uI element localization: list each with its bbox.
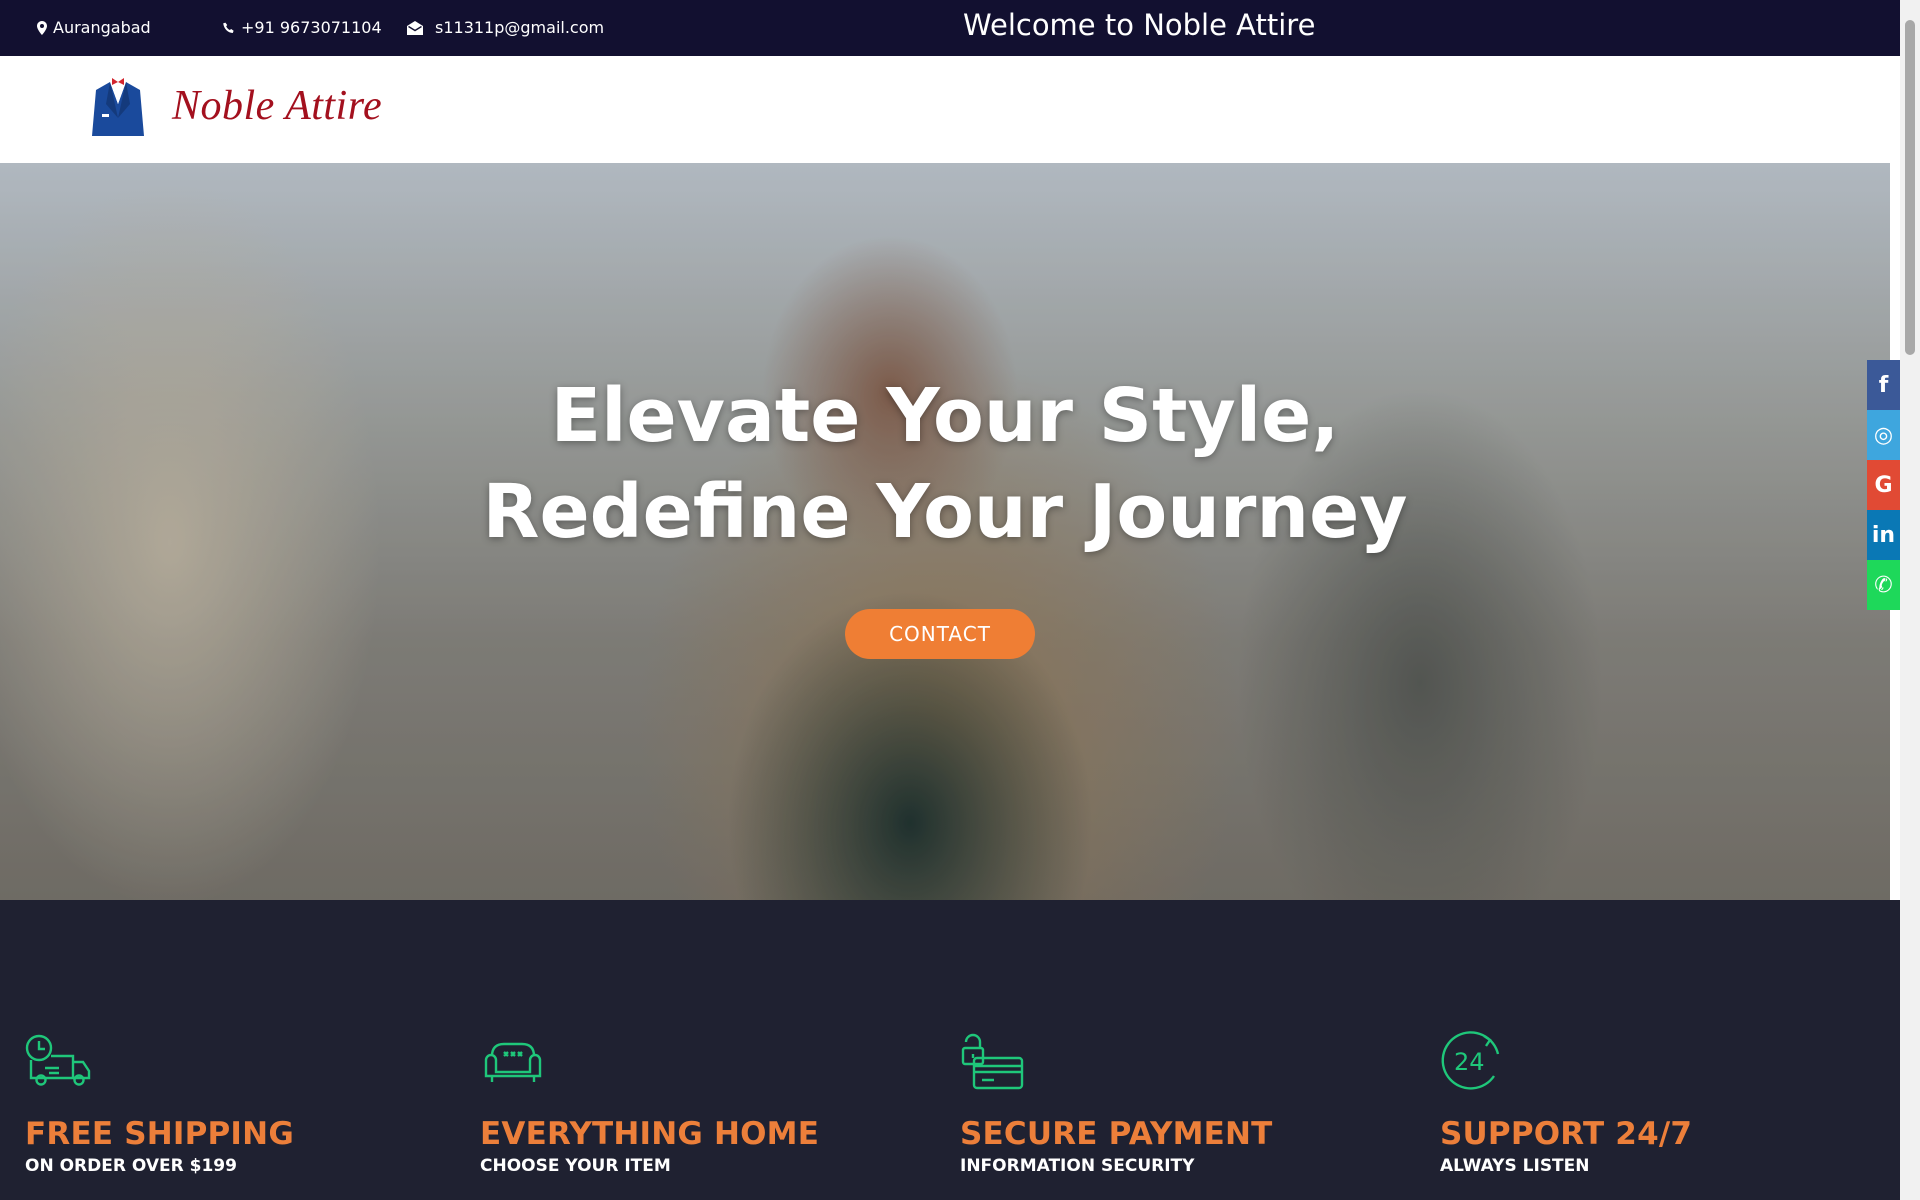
support-24-icon: 24	[1441, 1031, 1500, 1090]
contact-button[interactable]: CONTACT	[845, 609, 1035, 659]
welcome-text: Welcome to Noble Attire	[963, 8, 1316, 42]
scrollbar-thumb[interactable]	[1905, 20, 1915, 355]
instagram-icon: ◎	[1873, 422, 1894, 448]
feature-free-shipping: FREE SHIPPING ON ORDER OVER $199	[25, 1028, 445, 1176]
page: Aurangabad +91 9673071104 s11311p@gmail.…	[0, 0, 1920, 1200]
linkedin-link[interactable]: in	[1867, 510, 1900, 560]
map-pin-icon	[37, 20, 47, 35]
feature-title: SECURE PAYMENT	[960, 1116, 1273, 1152]
location-info: Aurangabad	[37, 18, 151, 37]
svg-text:24: 24	[1454, 1048, 1485, 1076]
features-section: FREE SHIPPING ON ORDER OVER $199 EVERYTH…	[0, 900, 1900, 1200]
facebook-icon: f	[1878, 372, 1889, 398]
feature-subtitle: INFORMATION SECURITY	[960, 1156, 1195, 1176]
feature-subtitle: ALWAYS LISTEN	[1440, 1156, 1590, 1176]
feature-title: FREE SHIPPING	[25, 1116, 294, 1152]
delivery-truck-icon	[25, 1034, 91, 1086]
phone-icon	[223, 22, 234, 33]
email-text[interactable]: s11311p@gmail.com	[435, 18, 604, 37]
suit-logo-icon	[92, 78, 144, 136]
whatsapp-link[interactable]: ✆	[1867, 560, 1900, 610]
phone-info[interactable]: +91 9673071104	[223, 18, 382, 37]
secure-card-icon	[961, 1033, 1024, 1090]
feature-title: SUPPORT 24/7	[1440, 1116, 1693, 1152]
hero-heading-line1: Elevate Your Style,	[550, 373, 1340, 459]
location-text: Aurangabad	[53, 18, 151, 37]
linkedin-icon: in	[1871, 522, 1896, 548]
feature-secure-payment: SECURE PAYMENT INFORMATION SECURITY	[960, 1028, 1380, 1176]
feature-title: EVERYTHING HOME	[480, 1116, 820, 1152]
feature-subtitle: CHOOSE YOUR ITEM	[480, 1156, 671, 1176]
phone-text[interactable]: +91 9673071104	[241, 18, 382, 37]
sofa-icon	[484, 1042, 542, 1082]
envelope-icon	[407, 20, 423, 35]
top-info-bar: Aurangabad +91 9673071104 s11311p@gmail.…	[0, 0, 1900, 56]
email-info[interactable]: s11311p@gmail.com	[407, 18, 604, 37]
feature-everything-home: EVERYTHING HOME CHOOSE YOUR ITEM	[480, 1028, 900, 1176]
hero-banner: Elevate Your Style, Redefine Your Journe…	[0, 163, 1890, 900]
feature-support: 24 SUPPORT 24/7 ALWAYS LISTEN	[1440, 1028, 1860, 1176]
instagram-link[interactable]: ◎	[1867, 410, 1900, 460]
brand-name: Noble Attire	[172, 83, 383, 129]
google-link[interactable]: G	[1867, 460, 1900, 510]
social-sidebar: f ◎ G in ✆	[1867, 360, 1900, 610]
site-header: Noble Attire	[0, 56, 1900, 163]
feature-subtitle: ON ORDER OVER $199	[25, 1156, 237, 1176]
facebook-link[interactable]: f	[1867, 360, 1900, 410]
whatsapp-icon: ✆	[1874, 572, 1893, 598]
logo[interactable]: Noble Attire	[86, 74, 382, 138]
google-icon: G	[1874, 472, 1893, 498]
hero-heading: Elevate Your Style, Redefine Your Journe…	[0, 368, 1890, 560]
page-scrollbar[interactable]	[1900, 0, 1920, 1200]
hero-heading-line2: Redefine Your Journey	[482, 469, 1408, 555]
